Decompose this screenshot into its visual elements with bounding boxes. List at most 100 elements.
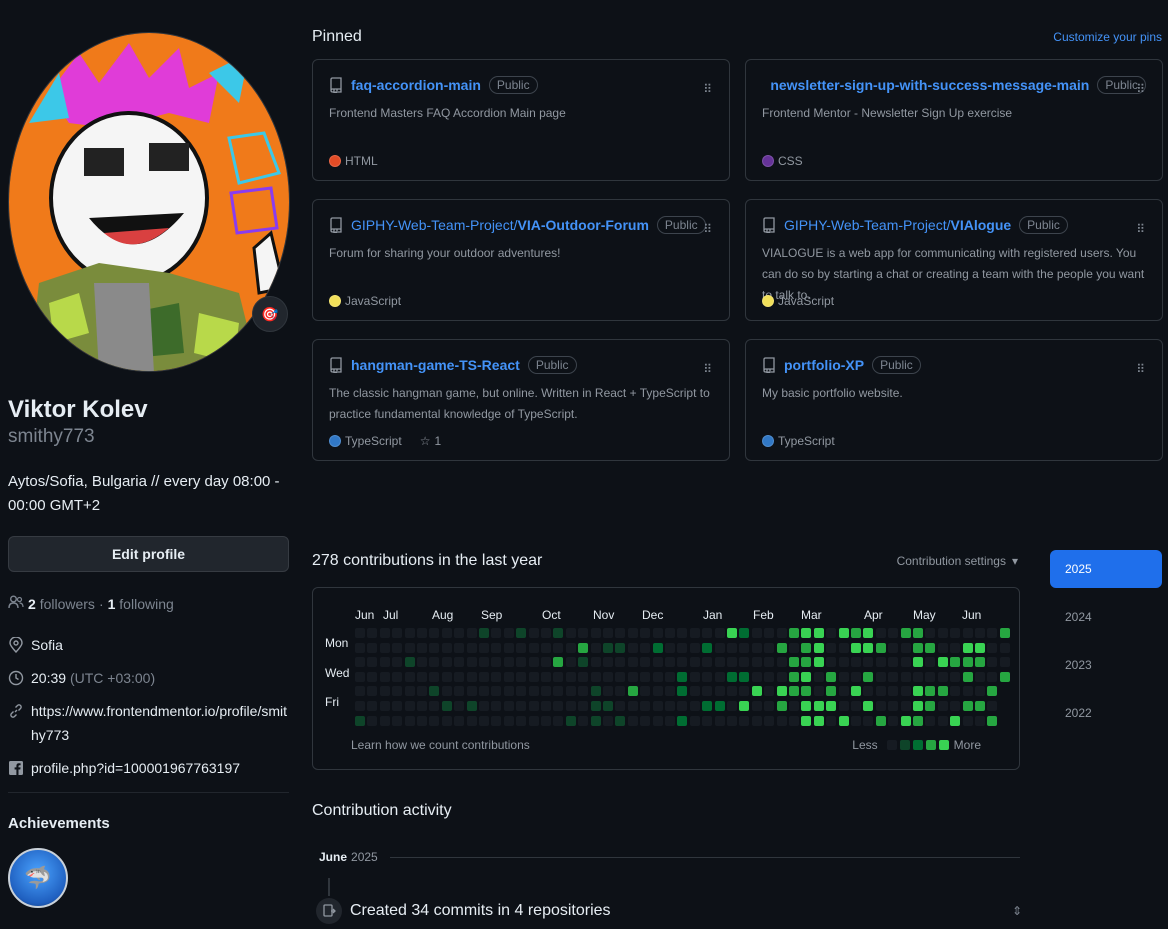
contribution-cell[interactable] — [491, 642, 502, 653]
contribution-cell[interactable] — [491, 628, 502, 638]
contribution-cell[interactable] — [987, 642, 998, 653]
contribution-cell[interactable] — [863, 657, 874, 668]
contribution-cell[interactable] — [503, 671, 514, 682]
contribution-cell[interactable] — [379, 715, 390, 726]
contribution-cell[interactable] — [875, 686, 886, 697]
contribution-settings-dropdown[interactable]: Contribution settings ▾ — [897, 554, 1018, 568]
contribution-cell[interactable] — [962, 671, 973, 682]
contribution-cell[interactable] — [714, 671, 725, 682]
contribution-cell[interactable] — [913, 715, 923, 726]
contribution-cell[interactable] — [727, 671, 737, 682]
contribution-cell[interactable] — [813, 701, 824, 711]
contribution-cell[interactable] — [503, 715, 514, 726]
contribution-cell[interactable] — [739, 657, 750, 668]
contribution-cell[interactable] — [541, 642, 551, 653]
contribution-cell[interactable] — [355, 671, 365, 682]
contribution-cell[interactable] — [987, 715, 998, 726]
contribution-cell[interactable] — [404, 686, 415, 697]
contribution-cell[interactable] — [764, 657, 775, 668]
contribution-cell[interactable] — [826, 628, 837, 638]
contribution-cell[interactable] — [355, 715, 365, 726]
contribution-cell[interactable] — [578, 642, 589, 653]
contribution-cell[interactable] — [689, 686, 700, 697]
contribution-cell[interactable] — [528, 715, 539, 726]
repo-name-link[interactable]: hangman-game-TS-React — [351, 357, 520, 373]
drag-handle-icon[interactable]: ⠿ — [1136, 222, 1145, 236]
contribution-cell[interactable] — [975, 657, 985, 668]
contribution-cell[interactable] — [851, 701, 861, 711]
contribution-cell[interactable] — [801, 671, 812, 682]
contribution-cell[interactable] — [429, 628, 440, 638]
contribution-cell[interactable] — [665, 642, 675, 653]
contribution-cell[interactable] — [491, 671, 502, 682]
contribution-cell[interactable] — [367, 657, 378, 668]
contribution-cell[interactable] — [516, 671, 527, 682]
contribution-cell[interactable] — [652, 701, 663, 711]
contribution-cell[interactable] — [491, 657, 502, 668]
contribution-cell[interactable] — [937, 642, 948, 653]
contribution-cell[interactable] — [677, 628, 688, 638]
contribution-cell[interactable] — [913, 686, 923, 697]
repo-stars-link[interactable]: ☆ 1 — [420, 434, 441, 448]
contribution-cell[interactable] — [640, 686, 651, 697]
contribution-cell[interactable] — [801, 715, 812, 726]
contribution-cell[interactable] — [888, 671, 899, 682]
contribution-cell[interactable] — [826, 715, 837, 726]
contribution-cell[interactable] — [491, 715, 502, 726]
contribution-cell[interactable] — [962, 686, 973, 697]
contribution-cell[interactable] — [702, 701, 713, 711]
year-link-2022[interactable]: 2022 — [1050, 694, 1162, 732]
contribution-cell[interactable] — [689, 642, 700, 653]
contribution-cell[interactable] — [479, 657, 489, 668]
contribution-cell[interactable] — [863, 628, 874, 638]
contribution-cell[interactable] — [516, 642, 527, 653]
contribution-cell[interactable] — [789, 686, 799, 697]
year-link-2025[interactable]: 2025 — [1050, 550, 1162, 588]
contribution-cell[interactable] — [392, 642, 403, 653]
contribution-cell[interactable] — [553, 701, 564, 711]
contribution-cell[interactable] — [479, 701, 489, 711]
contribution-cell[interactable] — [454, 671, 465, 682]
contribution-cell[interactable] — [677, 686, 688, 697]
contribution-cell[interactable] — [491, 686, 502, 697]
contribution-cell[interactable] — [900, 642, 911, 653]
contribution-cell[interactable] — [851, 715, 861, 726]
contribution-cell[interactable] — [999, 671, 1010, 682]
contribution-cell[interactable] — [813, 628, 824, 638]
achievement-badge-icon[interactable]: 🦈 — [8, 848, 68, 908]
contribution-cell[interactable] — [578, 701, 589, 711]
contribution-cell[interactable] — [999, 657, 1010, 668]
contribution-cell[interactable] — [838, 686, 849, 697]
contribution-cell[interactable] — [937, 671, 948, 682]
contribution-cell[interactable] — [392, 657, 403, 668]
contribution-cell[interactable] — [677, 701, 688, 711]
contribution-cell[interactable] — [677, 657, 688, 668]
contribution-cell[interactable] — [652, 686, 663, 697]
contribution-cell[interactable] — [764, 701, 775, 711]
contribution-cell[interactable] — [987, 671, 998, 682]
contribution-cell[interactable] — [702, 628, 713, 638]
contribution-cell[interactable] — [776, 628, 787, 638]
contribution-cell[interactable] — [466, 701, 477, 711]
contribution-cell[interactable] — [355, 686, 365, 697]
contribution-cell[interactable] — [392, 628, 403, 638]
contribution-cell[interactable] — [367, 715, 378, 726]
contribution-cell[interactable] — [937, 657, 948, 668]
contribution-cell[interactable] — [466, 671, 477, 682]
contribution-cell[interactable] — [528, 657, 539, 668]
contribution-cell[interactable] — [441, 628, 452, 638]
contribution-cell[interactable] — [516, 657, 527, 668]
contribution-cell[interactable] — [764, 686, 775, 697]
contribution-cell[interactable] — [751, 628, 762, 638]
contribution-cell[interactable] — [590, 657, 601, 668]
contribution-cell[interactable] — [925, 715, 936, 726]
contribution-cell[interactable] — [417, 701, 427, 711]
repo-name-link[interactable]: GIPHY-Web-Team-Project/VIA-Outdoor-Forum — [351, 217, 649, 233]
contribution-cell[interactable] — [565, 657, 576, 668]
contribution-cell[interactable] — [454, 715, 465, 726]
contribution-cell[interactable] — [987, 628, 998, 638]
contribution-cell[interactable] — [479, 628, 489, 638]
contribution-cell[interactable] — [454, 657, 465, 668]
contribution-cell[interactable] — [727, 701, 737, 711]
contribution-cell[interactable] — [950, 715, 961, 726]
